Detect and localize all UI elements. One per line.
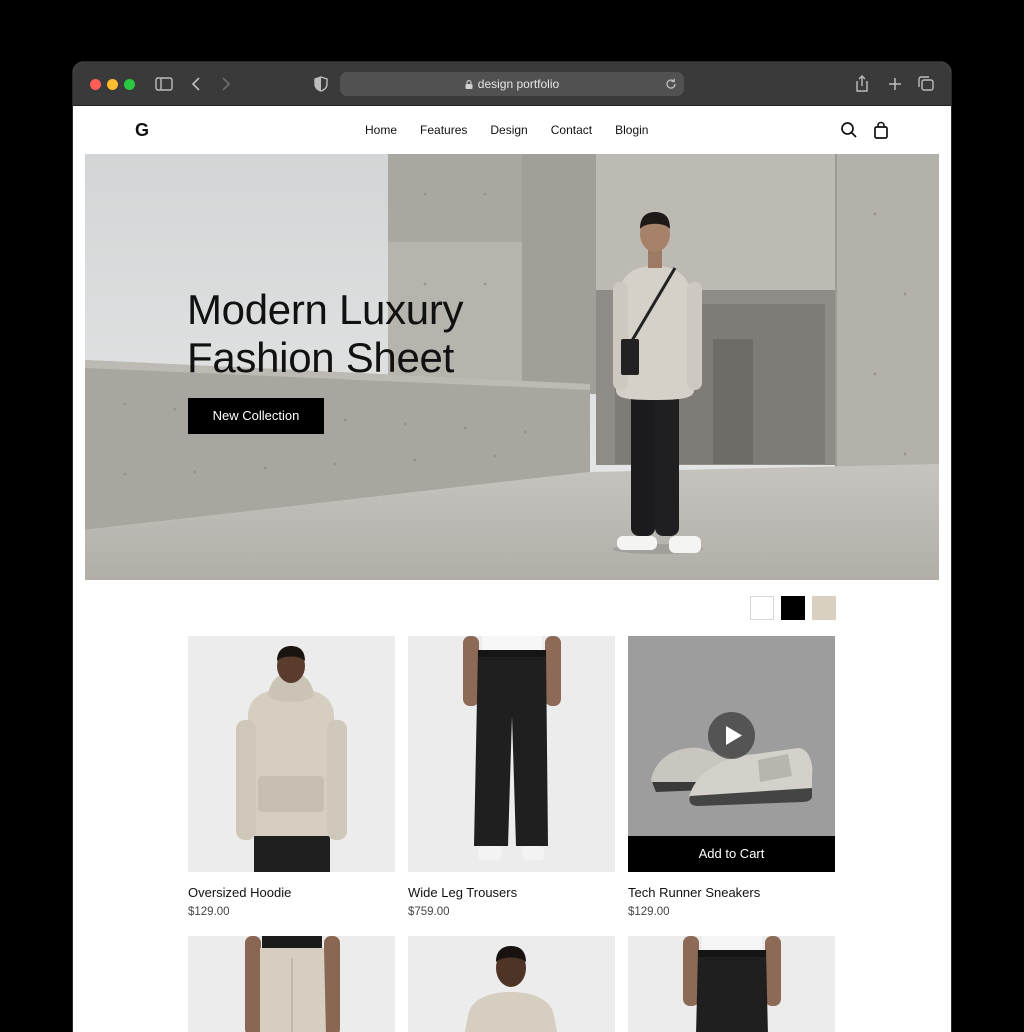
new-tab-icon[interactable] xyxy=(884,74,906,94)
product-price: $129.00 xyxy=(628,906,670,918)
search-icon[interactable] xyxy=(840,121,858,139)
new-collection-button[interactable]: New Collection xyxy=(188,398,324,434)
hero-banner: Modern Luxury Fashion Sheet New Collectio… xyxy=(85,154,939,580)
shield-icon[interactable] xyxy=(310,74,332,94)
browser-window: design portfolio G Home Features Design … xyxy=(73,62,951,1032)
zoom-window-button[interactable] xyxy=(124,79,135,90)
site-logo[interactable]: G xyxy=(135,120,149,141)
product-card-trousers-2[interactable] xyxy=(628,936,835,1032)
reload-icon[interactable] xyxy=(664,77,678,91)
product-name[interactable]: Tech Runner Sneakers xyxy=(628,885,835,900)
product-card-trousers[interactable]: Wide Leg Trousers $759.00 xyxy=(408,636,615,918)
product-card-joggers[interactable] xyxy=(188,936,395,1032)
product-card-hoodie-2[interactable] xyxy=(408,936,615,1032)
product-image-trousers[interactable] xyxy=(408,636,615,872)
swatch-white[interactable] xyxy=(750,596,774,620)
color-swatches xyxy=(750,596,836,620)
nav-link-home[interactable]: Home xyxy=(365,123,397,137)
lock-icon xyxy=(465,80,473,89)
close-window-button[interactable] xyxy=(90,79,101,90)
hero-title-line2: Fashion Sheet xyxy=(187,334,454,381)
product-price: $129.00 xyxy=(188,906,230,918)
url-text: design portfolio xyxy=(477,77,560,91)
address-bar[interactable]: design portfolio xyxy=(340,72,684,96)
main-menu: Home Features Design Contact Blogin xyxy=(365,123,671,137)
nav-link-blogin[interactable]: Blogin xyxy=(615,123,648,137)
back-icon[interactable] xyxy=(186,74,208,94)
product-price: $759.00 xyxy=(408,906,450,918)
site-navbar: G Home Features Design Contact Blogin xyxy=(73,106,951,154)
product-image-trousers-2[interactable] xyxy=(628,936,835,1032)
product-image-sneakers[interactable]: Add to Cart xyxy=(628,636,835,872)
product-card-hoodie[interactable]: Oversized Hoodie $129.00 xyxy=(188,636,395,918)
product-image-hoodie-2[interactable] xyxy=(408,936,615,1032)
share-icon[interactable] xyxy=(851,74,873,94)
nav-link-features[interactable]: Features xyxy=(420,123,467,137)
hero-title-line1: Modern Luxury xyxy=(187,286,464,333)
product-image-joggers[interactable] xyxy=(188,936,395,1032)
product-image-hoodie[interactable] xyxy=(188,636,395,872)
url-display: design portfolio xyxy=(340,77,684,91)
product-name[interactable]: Wide Leg Trousers xyxy=(408,885,615,900)
browser-toolbar: design portfolio xyxy=(73,62,951,106)
swatch-beige[interactable] xyxy=(812,596,836,620)
nav-link-design[interactable]: Design xyxy=(490,123,527,137)
tabs-icon[interactable] xyxy=(915,74,937,94)
web-page: G Home Features Design Contact Blogin Mo… xyxy=(73,106,951,1032)
hero-title: Modern Luxury Fashion Sheet xyxy=(187,286,507,382)
bag-icon[interactable] xyxy=(872,121,890,139)
forward-icon[interactable] xyxy=(214,74,236,94)
swatch-black[interactable] xyxy=(781,596,805,620)
nav-link-contact[interactable]: Contact xyxy=(551,123,592,137)
product-card-sneakers[interactable]: Add to Cart Tech Runner Sneakers $129.00 xyxy=(628,636,835,918)
product-name[interactable]: Oversized Hoodie xyxy=(188,885,395,900)
sidebar-icon[interactable] xyxy=(153,74,175,94)
minimize-window-button[interactable] xyxy=(107,79,118,90)
add-to-cart-button[interactable]: Add to Cart xyxy=(628,836,835,872)
play-icon[interactable] xyxy=(708,712,755,759)
